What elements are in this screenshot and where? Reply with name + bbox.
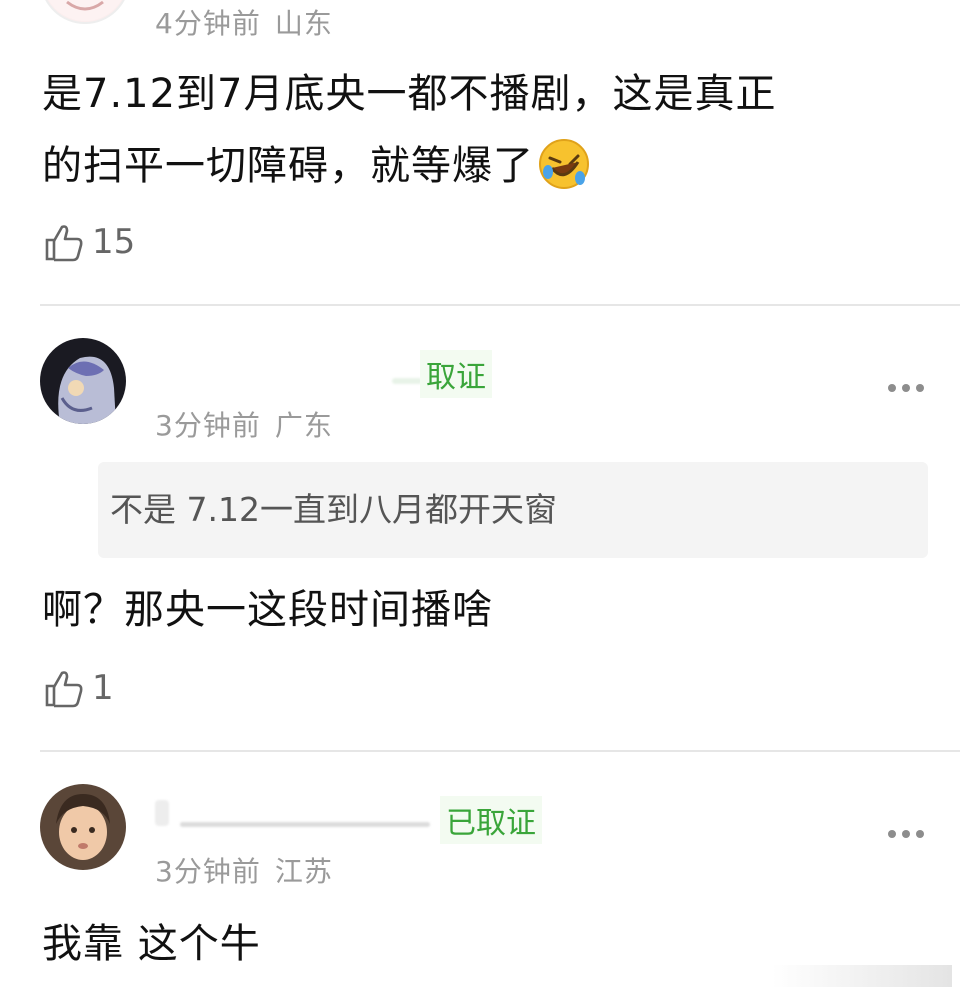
divider bbox=[40, 304, 960, 306]
comment-text-line-2: 的扫平一切障碍，就等爆了 bbox=[42, 130, 777, 202]
watermark bbox=[772, 965, 952, 987]
dot-icon bbox=[916, 830, 924, 838]
avatar-image bbox=[48, 0, 122, 21]
comment-text-line: 是7.12到7月底央一都不播剧，这是真正 bbox=[42, 71, 777, 117]
avatar-image bbox=[40, 784, 126, 870]
like-count: 15 bbox=[92, 222, 136, 262]
comment-meta: 3分钟前 广东 bbox=[155, 404, 333, 444]
comment-meta: 3分钟前 江苏 bbox=[155, 850, 333, 890]
thumbs-up-icon bbox=[45, 225, 83, 262]
verified-badge: 取证 bbox=[420, 350, 492, 398]
dot-icon bbox=[902, 384, 910, 392]
more-options-button[interactable] bbox=[888, 830, 924, 838]
comment-time: 3分钟前 bbox=[155, 855, 261, 888]
avatar[interactable] bbox=[40, 0, 130, 24]
comment-text: 啊？那央一这段时间播啥 bbox=[42, 587, 493, 633]
divider bbox=[40, 750, 960, 752]
comment-location: 江苏 bbox=[274, 855, 333, 888]
dot-icon bbox=[888, 384, 896, 392]
like-count: 1 bbox=[92, 668, 114, 708]
thumbs-up-icon bbox=[45, 671, 83, 708]
comment-meta: 4分钟前 山东 bbox=[155, 2, 333, 42]
avatar[interactable] bbox=[40, 338, 126, 424]
comment-text: 我靠 这个牛 bbox=[42, 921, 261, 967]
username-blurred bbox=[180, 822, 430, 827]
comment-location: 山东 bbox=[274, 7, 333, 40]
verified-badge: 已取证 bbox=[440, 796, 542, 844]
comment-text: 是7.12到7月底央一都不播剧，这是真正 的扫平一切障碍，就等爆了 bbox=[42, 58, 777, 202]
avatar-image bbox=[40, 338, 126, 424]
like-button[interactable]: 15 bbox=[44, 222, 135, 262]
username-blurred bbox=[392, 378, 422, 384]
avatar[interactable] bbox=[40, 784, 126, 870]
comment-location: 广东 bbox=[274, 409, 333, 442]
rolling-on-floor-laughing-icon bbox=[539, 139, 589, 189]
dot-icon bbox=[888, 830, 896, 838]
comment-time: 3分钟前 bbox=[155, 409, 261, 442]
comment-time: 4分钟前 bbox=[155, 7, 261, 40]
like-button[interactable]: 1 bbox=[44, 668, 114, 708]
username-blurred bbox=[155, 800, 169, 826]
more-options-button[interactable] bbox=[888, 384, 924, 392]
dot-icon bbox=[902, 830, 910, 838]
dot-icon bbox=[916, 384, 924, 392]
quoted-reply[interactable]: 不是 7.12一直到八月都开天窗 bbox=[98, 462, 928, 558]
